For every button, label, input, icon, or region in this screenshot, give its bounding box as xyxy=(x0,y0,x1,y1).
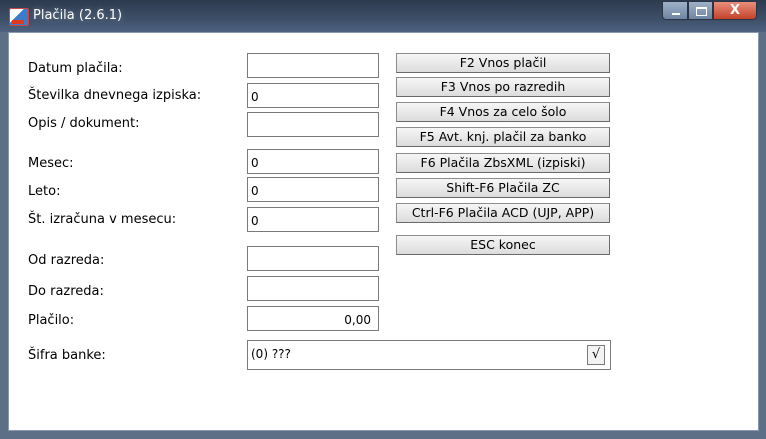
f5-avt-knj-placil-button[interactable]: F5 Avt. knj. plačil za banko xyxy=(396,127,610,147)
do-razreda-label: Do razreda: xyxy=(28,284,104,299)
stevilka-izpiska-label: Številka dnevnega izpiska: xyxy=(28,88,202,103)
minimize-icon xyxy=(672,13,680,15)
opis-dokument-label: Opis / dokument: xyxy=(28,116,140,131)
stevilka-izpiska-field[interactable]: 0 xyxy=(247,83,379,108)
ctrl-f6-placila-acd-button[interactable]: Ctrl-F6 Plačila ACD (UJP, APP) xyxy=(396,203,610,223)
sifra-banke-dropdown-button[interactable]: √ xyxy=(587,345,605,365)
od-razreda-label: Od razreda: xyxy=(28,253,105,268)
maximize-icon xyxy=(696,7,707,16)
sifra-banke-value: (0) ??? xyxy=(251,347,291,361)
f6-placila-zbsxml-button[interactable]: F6 Plačila ZbsXML (izpiski) xyxy=(396,153,610,173)
do-razreda-field[interactable] xyxy=(247,276,379,301)
f2-vnos-placil-button[interactable]: F2 Vnos plačil xyxy=(396,53,610,73)
title-bar[interactable]: Plačila (2.6.1) X xyxy=(0,0,766,32)
placilo-field[interactable]: 0,00 xyxy=(247,306,379,331)
window-title: Plačila (2.6.1) xyxy=(33,8,123,23)
close-icon: X xyxy=(729,3,741,18)
datum-placila-label: Datum plačila: xyxy=(28,61,123,76)
placilo-label: Plačilo: xyxy=(28,313,75,328)
app-logo-icon xyxy=(9,8,29,26)
sifra-banke-label: Šifra banke: xyxy=(28,348,106,363)
mesec-label: Mesec: xyxy=(28,156,74,171)
shift-f6-placila-zc-button[interactable]: Shift-F6 Plačila ZC xyxy=(396,178,610,198)
od-razreda-field[interactable] xyxy=(247,246,379,271)
close-button[interactable]: X xyxy=(713,1,757,20)
sifra-banke-select[interactable]: (0) ??? √ xyxy=(247,340,611,370)
opis-dokument-field[interactable] xyxy=(247,112,379,137)
maximize-button[interactable] xyxy=(688,1,713,20)
f4-vnos-za-celo-solo-button[interactable]: F4 Vnos za celo šolo xyxy=(396,102,610,122)
f3-vnos-po-razredih-button[interactable]: F3 Vnos po razredih xyxy=(396,77,610,97)
datum-placila-field[interactable] xyxy=(247,53,379,78)
window-controls: X xyxy=(662,1,757,20)
st-izracuna-field[interactable]: 0 xyxy=(247,207,379,232)
leto-label: Leto: xyxy=(28,184,61,199)
application-window: Plačila (2.6.1) X Datum plačila: Številk… xyxy=(0,0,766,439)
leto-field[interactable]: 0 xyxy=(247,177,379,202)
form-panel: Datum plačila: Številka dnevnega izpiska… xyxy=(8,32,759,431)
minimize-button[interactable] xyxy=(662,1,688,20)
st-izracuna-label: Št. izračuna v mesecu: xyxy=(28,212,177,227)
mesec-field[interactable]: 0 xyxy=(247,149,379,174)
esc-konec-button[interactable]: ESC konec xyxy=(396,235,610,255)
